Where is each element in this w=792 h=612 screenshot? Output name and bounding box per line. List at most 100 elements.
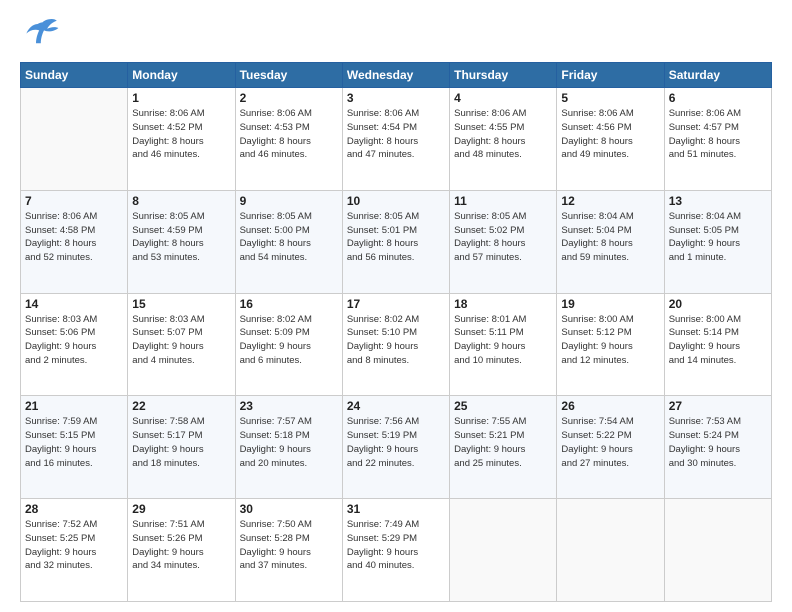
info-line: Daylight: 9 hours: [561, 340, 659, 354]
day-number: 14: [25, 297, 123, 311]
info-line: and 57 minutes.: [454, 251, 552, 265]
weekday-sunday: Sunday: [21, 63, 128, 88]
calendar-cell: 21Sunrise: 7:59 AMSunset: 5:15 PMDayligh…: [21, 396, 128, 499]
day-info: Sunrise: 8:04 AMSunset: 5:05 PMDaylight:…: [669, 210, 767, 265]
info-line: Daylight: 8 hours: [132, 135, 230, 149]
info-line: Sunrise: 7:55 AM: [454, 415, 552, 429]
weekday-tuesday: Tuesday: [235, 63, 342, 88]
day-number: 12: [561, 194, 659, 208]
day-number: 11: [454, 194, 552, 208]
info-line: and 56 minutes.: [347, 251, 445, 265]
info-line: and 1 minute.: [669, 251, 767, 265]
info-line: and 59 minutes.: [561, 251, 659, 265]
day-info: Sunrise: 8:06 AMSunset: 4:58 PMDaylight:…: [25, 210, 123, 265]
calendar-cell: [21, 88, 128, 191]
info-line: Sunrise: 7:52 AM: [25, 518, 123, 532]
calendar-cell: 18Sunrise: 8:01 AMSunset: 5:11 PMDayligh…: [450, 293, 557, 396]
day-number: 5: [561, 91, 659, 105]
info-line: Daylight: 9 hours: [25, 340, 123, 354]
info-line: Sunset: 5:14 PM: [669, 326, 767, 340]
info-line: Sunset: 5:21 PM: [454, 429, 552, 443]
day-info: Sunrise: 8:05 AMSunset: 4:59 PMDaylight:…: [132, 210, 230, 265]
day-info: Sunrise: 7:54 AMSunset: 5:22 PMDaylight:…: [561, 415, 659, 470]
calendar-cell: 30Sunrise: 7:50 AMSunset: 5:28 PMDayligh…: [235, 499, 342, 602]
info-line: Sunrise: 7:50 AM: [240, 518, 338, 532]
info-line: Daylight: 8 hours: [454, 237, 552, 251]
weekday-header-row: SundayMondayTuesdayWednesdayThursdayFrid…: [21, 63, 772, 88]
info-line: Sunrise: 8:02 AM: [240, 313, 338, 327]
info-line: Sunrise: 8:06 AM: [454, 107, 552, 121]
info-line: and 32 minutes.: [25, 559, 123, 573]
info-line: Daylight: 8 hours: [561, 237, 659, 251]
calendar-cell: 24Sunrise: 7:56 AMSunset: 5:19 PMDayligh…: [342, 396, 449, 499]
day-info: Sunrise: 8:06 AMSunset: 4:57 PMDaylight:…: [669, 107, 767, 162]
info-line: Daylight: 9 hours: [132, 546, 230, 560]
info-line: Sunset: 5:25 PM: [25, 532, 123, 546]
day-info: Sunrise: 8:01 AMSunset: 5:11 PMDaylight:…: [454, 313, 552, 368]
info-line: Sunset: 4:59 PM: [132, 224, 230, 238]
info-line: Daylight: 8 hours: [347, 135, 445, 149]
day-info: Sunrise: 7:53 AMSunset: 5:24 PMDaylight:…: [669, 415, 767, 470]
day-info: Sunrise: 8:05 AMSunset: 5:01 PMDaylight:…: [347, 210, 445, 265]
day-number: 6: [669, 91, 767, 105]
calendar-cell: 11Sunrise: 8:05 AMSunset: 5:02 PMDayligh…: [450, 190, 557, 293]
day-number: 25: [454, 399, 552, 413]
info-line: Sunrise: 7:49 AM: [347, 518, 445, 532]
calendar-cell: 28Sunrise: 7:52 AMSunset: 5:25 PMDayligh…: [21, 499, 128, 602]
info-line: Sunrise: 8:06 AM: [347, 107, 445, 121]
calendar-cell: 15 Sunrise: 8:03 AMSunset: 5:07 PMDayligh…: [128, 293, 235, 396]
weekday-thursday: Thursday: [450, 63, 557, 88]
info-line: Sunrise: 8:06 AM: [240, 107, 338, 121]
info-line: and 4 minutes.: [132, 354, 230, 368]
day-number: 17: [347, 297, 445, 311]
info-line: and 54 minutes.: [240, 251, 338, 265]
info-line: Sunset: 5:12 PM: [561, 326, 659, 340]
info-line: Sunset: 5:18 PM: [240, 429, 338, 443]
info-line: Sunset: 5:22 PM: [561, 429, 659, 443]
calendar-cell: 27Sunrise: 7:53 AMSunset: 5:24 PMDayligh…: [664, 396, 771, 499]
calendar-cell: 5Sunrise: 8:06 AMSunset: 4:56 PMDaylight…: [557, 88, 664, 191]
info-line: and 14 minutes.: [669, 354, 767, 368]
info-line: Sunset: 5:15 PM: [25, 429, 123, 443]
day-number: 8: [132, 194, 230, 208]
info-line: Sunset: 5:17 PM: [132, 429, 230, 443]
day-info: Sunrise: 8:06 AMSunset: 4:55 PMDaylight:…: [454, 107, 552, 162]
info-line: and 51 minutes.: [669, 148, 767, 162]
info-line: and 46 minutes.: [132, 148, 230, 162]
day-number: 28: [25, 502, 123, 516]
info-line: Sunset: 5:01 PM: [347, 224, 445, 238]
info-line: Sunrise: 8:06 AM: [132, 107, 230, 121]
day-number: 10: [347, 194, 445, 208]
info-line: Sunrise: 8:02 AM: [347, 313, 445, 327]
calendar-cell: 7Sunrise: 8:06 AMSunset: 4:58 PMDaylight…: [21, 190, 128, 293]
info-line: Sunset: 5:10 PM: [347, 326, 445, 340]
info-line: Sunrise: 7:54 AM: [561, 415, 659, 429]
day-info: Sunrise: 7:58 AMSunset: 5:17 PMDaylight:…: [132, 415, 230, 470]
day-info: Sunrise: 8:03 AMSunset: 5:07 PMDaylight:…: [132, 313, 230, 368]
day-number: 15: [132, 297, 230, 311]
info-line: Daylight: 9 hours: [347, 443, 445, 457]
info-line: Sunrise: 8:05 AM: [240, 210, 338, 224]
info-line: Sunrise: 8:06 AM: [25, 210, 123, 224]
weekday-monday: Monday: [128, 63, 235, 88]
info-line: and 22 minutes.: [347, 457, 445, 471]
logo-icon: [20, 16, 60, 52]
info-line: Sunset: 5:28 PM: [240, 532, 338, 546]
info-line: and 20 minutes.: [240, 457, 338, 471]
day-info: Sunrise: 8:00 AMSunset: 5:14 PMDaylight:…: [669, 313, 767, 368]
info-line: Daylight: 8 hours: [561, 135, 659, 149]
info-line: Sunrise: 8:06 AM: [561, 107, 659, 121]
info-line: and 40 minutes.: [347, 559, 445, 573]
day-info: Sunrise: 8:03 AMSunset: 5:06 PMDaylight:…: [25, 313, 123, 368]
day-number: 22: [132, 399, 230, 413]
day-number: 31: [347, 502, 445, 516]
calendar-cell: 1Sunrise: 8:06 AMSunset: 4:52 PMDaylight…: [128, 88, 235, 191]
calendar-cell: 6 Sunrise: 8:06 AMSunset: 4:57 PMDaylight…: [664, 88, 771, 191]
info-line: and 8 minutes.: [347, 354, 445, 368]
info-line: and 12 minutes.: [561, 354, 659, 368]
info-line: and 48 minutes.: [454, 148, 552, 162]
day-number: 1: [132, 91, 230, 105]
calendar-cell: 25Sunrise: 7:55 AMSunset: 5:21 PMDayligh…: [450, 396, 557, 499]
info-line: Sunset: 5:29 PM: [347, 532, 445, 546]
info-line: Sunrise: 7:57 AM: [240, 415, 338, 429]
